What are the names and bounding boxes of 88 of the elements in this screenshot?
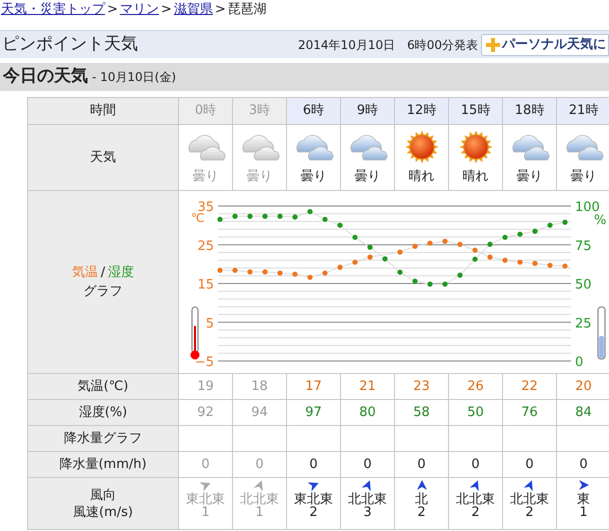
weather-label: 曇り xyxy=(570,168,596,186)
humidity-cell: 92 xyxy=(178,400,232,426)
axis-tick-label: 25 xyxy=(197,238,214,254)
hour-cell: 0時 xyxy=(178,98,232,124)
row-label: 時間 xyxy=(28,98,178,124)
wind-speed: 2 xyxy=(309,506,318,519)
axis-unit-label: ℃ xyxy=(191,211,204,225)
today-title: 今日の天気 xyxy=(3,65,88,88)
axis-tick-label: 100 xyxy=(575,200,600,215)
humidity-cell: 58 xyxy=(394,400,448,426)
wind-speed: 2 xyxy=(471,506,480,519)
hour-cell: 18時 xyxy=(502,98,556,124)
weather-label: 晴れ xyxy=(462,168,488,186)
humidity-cell: 97 xyxy=(286,400,340,426)
wind-speed: 2 xyxy=(525,506,534,519)
humidity-cell: 94 xyxy=(232,400,286,426)
temperature-cell: 18 xyxy=(232,374,286,400)
row-label: 気温(℃) xyxy=(28,374,178,400)
hour-cell: 12時 xyxy=(394,98,448,124)
wind-direction: 北 xyxy=(415,493,428,506)
axis-tick-label: 75 xyxy=(575,238,592,254)
breadcrumb-separator: > xyxy=(214,1,227,20)
graph-label-humidity: 湿度 xyxy=(108,264,134,282)
published-time: 2014年10月10日 6時00分発表 xyxy=(298,36,478,54)
wind-speed: 1 xyxy=(201,506,210,519)
weather-label: 曇り xyxy=(300,168,326,186)
section-title: ピンポイント天気 xyxy=(2,32,138,56)
breadcrumb-separator: > xyxy=(160,1,173,20)
wind-speed: 3 xyxy=(363,506,372,519)
humidity-cell: 80 xyxy=(340,400,394,426)
breadcrumb-current: 琵琶湖 xyxy=(228,1,267,20)
rain-cell: 0 xyxy=(502,452,556,478)
rain-cell: 0 xyxy=(232,452,286,478)
rain-cell: 0 xyxy=(394,452,448,478)
temperature-cell: 21 xyxy=(340,374,394,400)
axis-tick-label: 15 xyxy=(197,278,214,292)
wind-direction: 北北東 xyxy=(456,493,495,506)
personal-weather-button[interactable]: パーソナル天気に xyxy=(481,34,609,56)
weather-label: 曇り xyxy=(516,168,542,186)
wind-speed: 2 xyxy=(417,506,426,519)
axis-tick-label: 5 xyxy=(206,316,214,332)
today-date: - 10月10日(金) xyxy=(92,69,176,86)
row-label: 降水量グラフ xyxy=(28,426,178,452)
wind-speed: 1 xyxy=(255,506,264,519)
axis-tick-label: −5 xyxy=(194,355,214,370)
wind-direction: 北北東 xyxy=(240,493,279,506)
axis-tick-label: 0 xyxy=(575,355,584,370)
temperature-cell: 17 xyxy=(286,374,340,400)
wind-speed: 1 xyxy=(579,506,588,519)
wind-direction: 東北東 xyxy=(186,493,225,506)
rain-cell: 0 xyxy=(340,452,394,478)
breadcrumb-link[interactable]: 天気・災害トップ xyxy=(1,0,105,20)
weather-label: 曇り xyxy=(354,168,380,186)
wind-direction: 東北東 xyxy=(294,493,333,506)
wind-direction: 北北東 xyxy=(510,493,549,506)
breadcrumb-link[interactable]: マリン xyxy=(120,0,159,20)
axis-tick-label: 25 xyxy=(575,316,592,332)
rain-cell: 0 xyxy=(178,452,232,478)
row-label: 湿度(%) xyxy=(28,400,178,426)
axis-tick-label: 50 xyxy=(575,278,592,292)
rain-cell: 0 xyxy=(448,452,502,478)
weather-label: 晴れ xyxy=(408,168,434,186)
breadcrumb-link[interactable]: 滋賀県 xyxy=(174,0,213,20)
weather-label: 曇り xyxy=(246,168,272,186)
hour-cell: 3時 xyxy=(232,98,286,124)
hour-cell: 21時 xyxy=(556,98,609,124)
graph-label-temp: 気温 xyxy=(72,264,98,282)
wind-direction: 北北東 xyxy=(348,493,387,506)
row-label: 天気 xyxy=(28,124,178,190)
temperature-cell: 22 xyxy=(502,374,556,400)
breadcrumb-separator: > xyxy=(106,1,119,20)
wind-direction: 東 xyxy=(577,493,590,506)
rain-cell: 0 xyxy=(286,452,340,478)
humidity-cell: 76 xyxy=(502,400,556,426)
axis-unit-label: % xyxy=(594,213,606,228)
temperature-cell: 23 xyxy=(394,374,448,400)
row-label: 風向 xyxy=(90,486,116,504)
temperature-cell: 19 xyxy=(178,374,232,400)
hour-cell: 9時 xyxy=(340,98,394,124)
row-label: 降水量(mm/h) xyxy=(28,452,178,478)
graph-label-suffix: グラフ xyxy=(84,283,122,301)
weather-label: 曇り xyxy=(192,168,218,186)
graph-label-separator: / xyxy=(100,264,106,282)
hour-cell: 6時 xyxy=(286,98,340,124)
hour-cell: 15時 xyxy=(448,98,502,124)
row-label: 風速(m/s) xyxy=(73,504,133,520)
humidity-cell: 50 xyxy=(448,400,502,426)
temperature-cell: 26 xyxy=(448,374,502,400)
